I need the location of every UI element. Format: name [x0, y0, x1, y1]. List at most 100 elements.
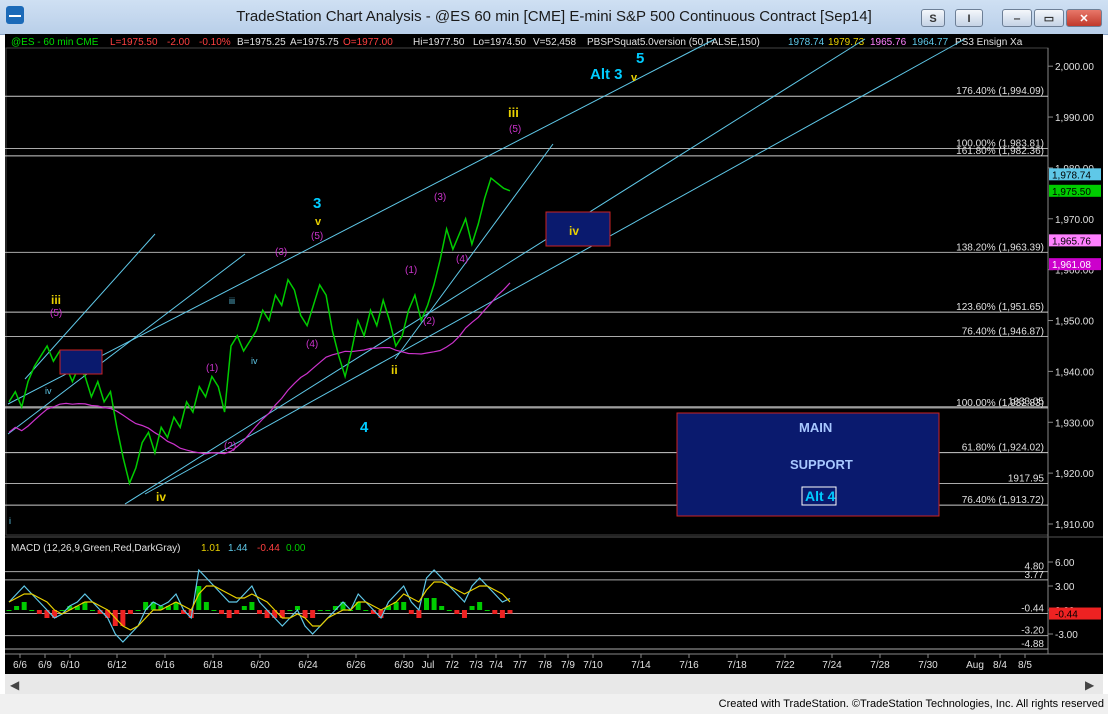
- macd-histogram-bar: [507, 610, 513, 614]
- header-volume: V=52,458: [533, 37, 577, 48]
- x-tick-label: Jul: [422, 660, 435, 671]
- label-main: MAIN: [799, 420, 832, 435]
- macd-histogram-bar: [29, 610, 35, 611]
- price-chart-svg: @ES - 60 min CME L=1975.50 -2.00 -0.10% …: [5, 37, 1103, 694]
- fib-level-label: 138.20% (1,963.39): [956, 242, 1044, 253]
- macd-histogram-bar: [6, 610, 12, 611]
- macd-level-label: -4.88: [1021, 639, 1044, 650]
- macd-histogram-bar: [234, 610, 240, 614]
- x-tick-label: 7/22: [775, 660, 795, 671]
- x-tick-label: 7/9: [561, 660, 575, 671]
- fib-level-label: 161.80% (1,982.36): [956, 146, 1044, 157]
- macd-header-v4: 0.00: [286, 543, 306, 554]
- macd-histogram-bar: [203, 602, 209, 610]
- credit-text: Created with TradeStation. ©TradeStation…: [718, 698, 1104, 710]
- chart-area[interactable]: @ES - 60 min CME L=1975.50 -2.00 -0.10% …: [5, 34, 1103, 694]
- symbol-link-button[interactable]: S: [921, 9, 945, 27]
- x-tick-label: 7/18: [727, 660, 747, 671]
- label-wave-p4-a: (4): [456, 254, 468, 265]
- scroll-left-icon[interactable]: ◀: [10, 678, 20, 692]
- price-marker-label: 1,965.76: [1052, 236, 1091, 247]
- x-tick-label: 6/20: [250, 660, 270, 671]
- header-study2: PS3 Ensign Xa: [955, 37, 1023, 48]
- header-percent: -0.10%: [199, 37, 231, 48]
- label-wave-p4-b: (4): [306, 339, 318, 350]
- label-wave-p1-b: (1): [206, 363, 218, 374]
- x-tick-label: 7/4: [489, 660, 503, 671]
- label-wave-i-left: i: [9, 516, 11, 526]
- x-tick-label: 8/4: [993, 660, 1007, 671]
- macd-histogram-bar: [287, 610, 293, 611]
- x-tick-label: 7/8: [538, 660, 552, 671]
- header-open: O=1977.00: [343, 37, 393, 48]
- macd-level-label: 3.77: [1025, 570, 1045, 581]
- y-tick-label: 1,970.00: [1055, 215, 1094, 226]
- label-wave-p3-a: (3): [434, 192, 446, 203]
- macd-histogram-bar: [484, 610, 490, 611]
- macd-level-label: -0.44: [1021, 604, 1044, 615]
- label-wave-p5-left: (5): [50, 308, 62, 319]
- macd-histogram-bar: [469, 606, 475, 610]
- macd-header-v3: -0.44: [257, 543, 280, 554]
- macd-histogram-bar: [226, 610, 232, 618]
- label-wave-iv-small-2: iv: [251, 356, 258, 366]
- y-tick-label: 2,000.00: [1055, 62, 1094, 73]
- header-study: PBSPSquat5.0version (50,FALSE,150): [587, 37, 760, 48]
- macd-histogram-bar: [211, 610, 217, 611]
- macd-histogram-bar: [21, 602, 27, 610]
- left-target-box: [59, 349, 103, 375]
- fib-level-label: 176.40% (1,994.09): [956, 86, 1044, 97]
- minimize-button[interactable]: ‒: [1002, 9, 1032, 27]
- price-marker-label: 1,975.50: [1052, 187, 1091, 198]
- macd-histogram-bar: [446, 610, 452, 611]
- price-marker-label: 1,961.08: [1052, 260, 1091, 271]
- x-tick-label: 7/14: [631, 660, 651, 671]
- label-wave-p2-b: (2): [224, 441, 236, 452]
- indicator-button[interactable]: I: [955, 9, 983, 27]
- macd-histogram-bar: [14, 606, 20, 610]
- x-tick-label: 7/30: [918, 660, 938, 671]
- x-tick-label: 6/6: [13, 660, 27, 671]
- fib-level-label: 1917.95: [1008, 474, 1045, 485]
- x-tick-label: 6/9: [38, 660, 52, 671]
- y-tick-label: 1,950.00: [1055, 317, 1094, 328]
- macd-histogram-bar: [499, 610, 505, 618]
- maximize-button[interactable]: ▭: [1034, 9, 1064, 27]
- header-study-v4: 1964.77: [912, 37, 949, 48]
- macd-level-label: -3.20: [1021, 626, 1044, 637]
- macd-header-name: MACD (12,26,9,Green,Red,DarkGray): [11, 543, 181, 554]
- channel-line: [394, 143, 554, 360]
- label-support: SUPPORT: [790, 457, 853, 472]
- macd-histogram-bar: [492, 610, 498, 614]
- macd-histogram-bar: [424, 598, 429, 610]
- macd-histogram-bar: [310, 610, 316, 618]
- close-button[interactable]: ✕: [1066, 9, 1102, 27]
- fib-level-label: 61.80% (1,924.02): [962, 443, 1044, 454]
- x-tick-label: 8/5: [1018, 660, 1032, 671]
- x-tick-label: 6/30: [394, 660, 414, 671]
- macd-histogram-bar: [59, 610, 65, 611]
- horizontal-scrollbar[interactable]: [5, 674, 1103, 694]
- macd-histogram-bar: [408, 610, 414, 614]
- label-wave-4: 4: [360, 419, 369, 436]
- macd-y-tick-label: -3.00: [1055, 630, 1078, 641]
- label-alt4: Alt 4: [805, 488, 836, 504]
- scroll-right-icon[interactable]: ▶: [1085, 678, 1095, 692]
- window-titlebar: TradeStation Chart Analysis - @ES 60 min…: [0, 0, 1108, 35]
- macd-histogram-bar: [439, 606, 445, 610]
- label-wave-iii-small: iii: [229, 296, 235, 306]
- macd-y-tick-label: 6.00: [1055, 558, 1075, 569]
- x-tick-label: 7/10: [583, 660, 603, 671]
- x-tick-label: 7/7: [513, 660, 527, 671]
- x-tick-label: 6/12: [107, 660, 127, 671]
- price-marker-label: 1,978.74: [1052, 170, 1091, 181]
- header-study-v1: 1978.74: [788, 37, 825, 48]
- label-wave-iv-bottom: iv: [156, 490, 166, 504]
- label-wave-iii-top: iii: [508, 105, 519, 120]
- x-tick-label: 7/3: [469, 660, 483, 671]
- macd-histogram-bar: [127, 610, 133, 614]
- fib-level-label: 123.60% (1,951.65): [956, 302, 1044, 313]
- macd-value-label: -0.44: [1055, 610, 1078, 621]
- macd-histogram-bar: [477, 602, 483, 610]
- x-tick-label: 6/26: [346, 660, 366, 671]
